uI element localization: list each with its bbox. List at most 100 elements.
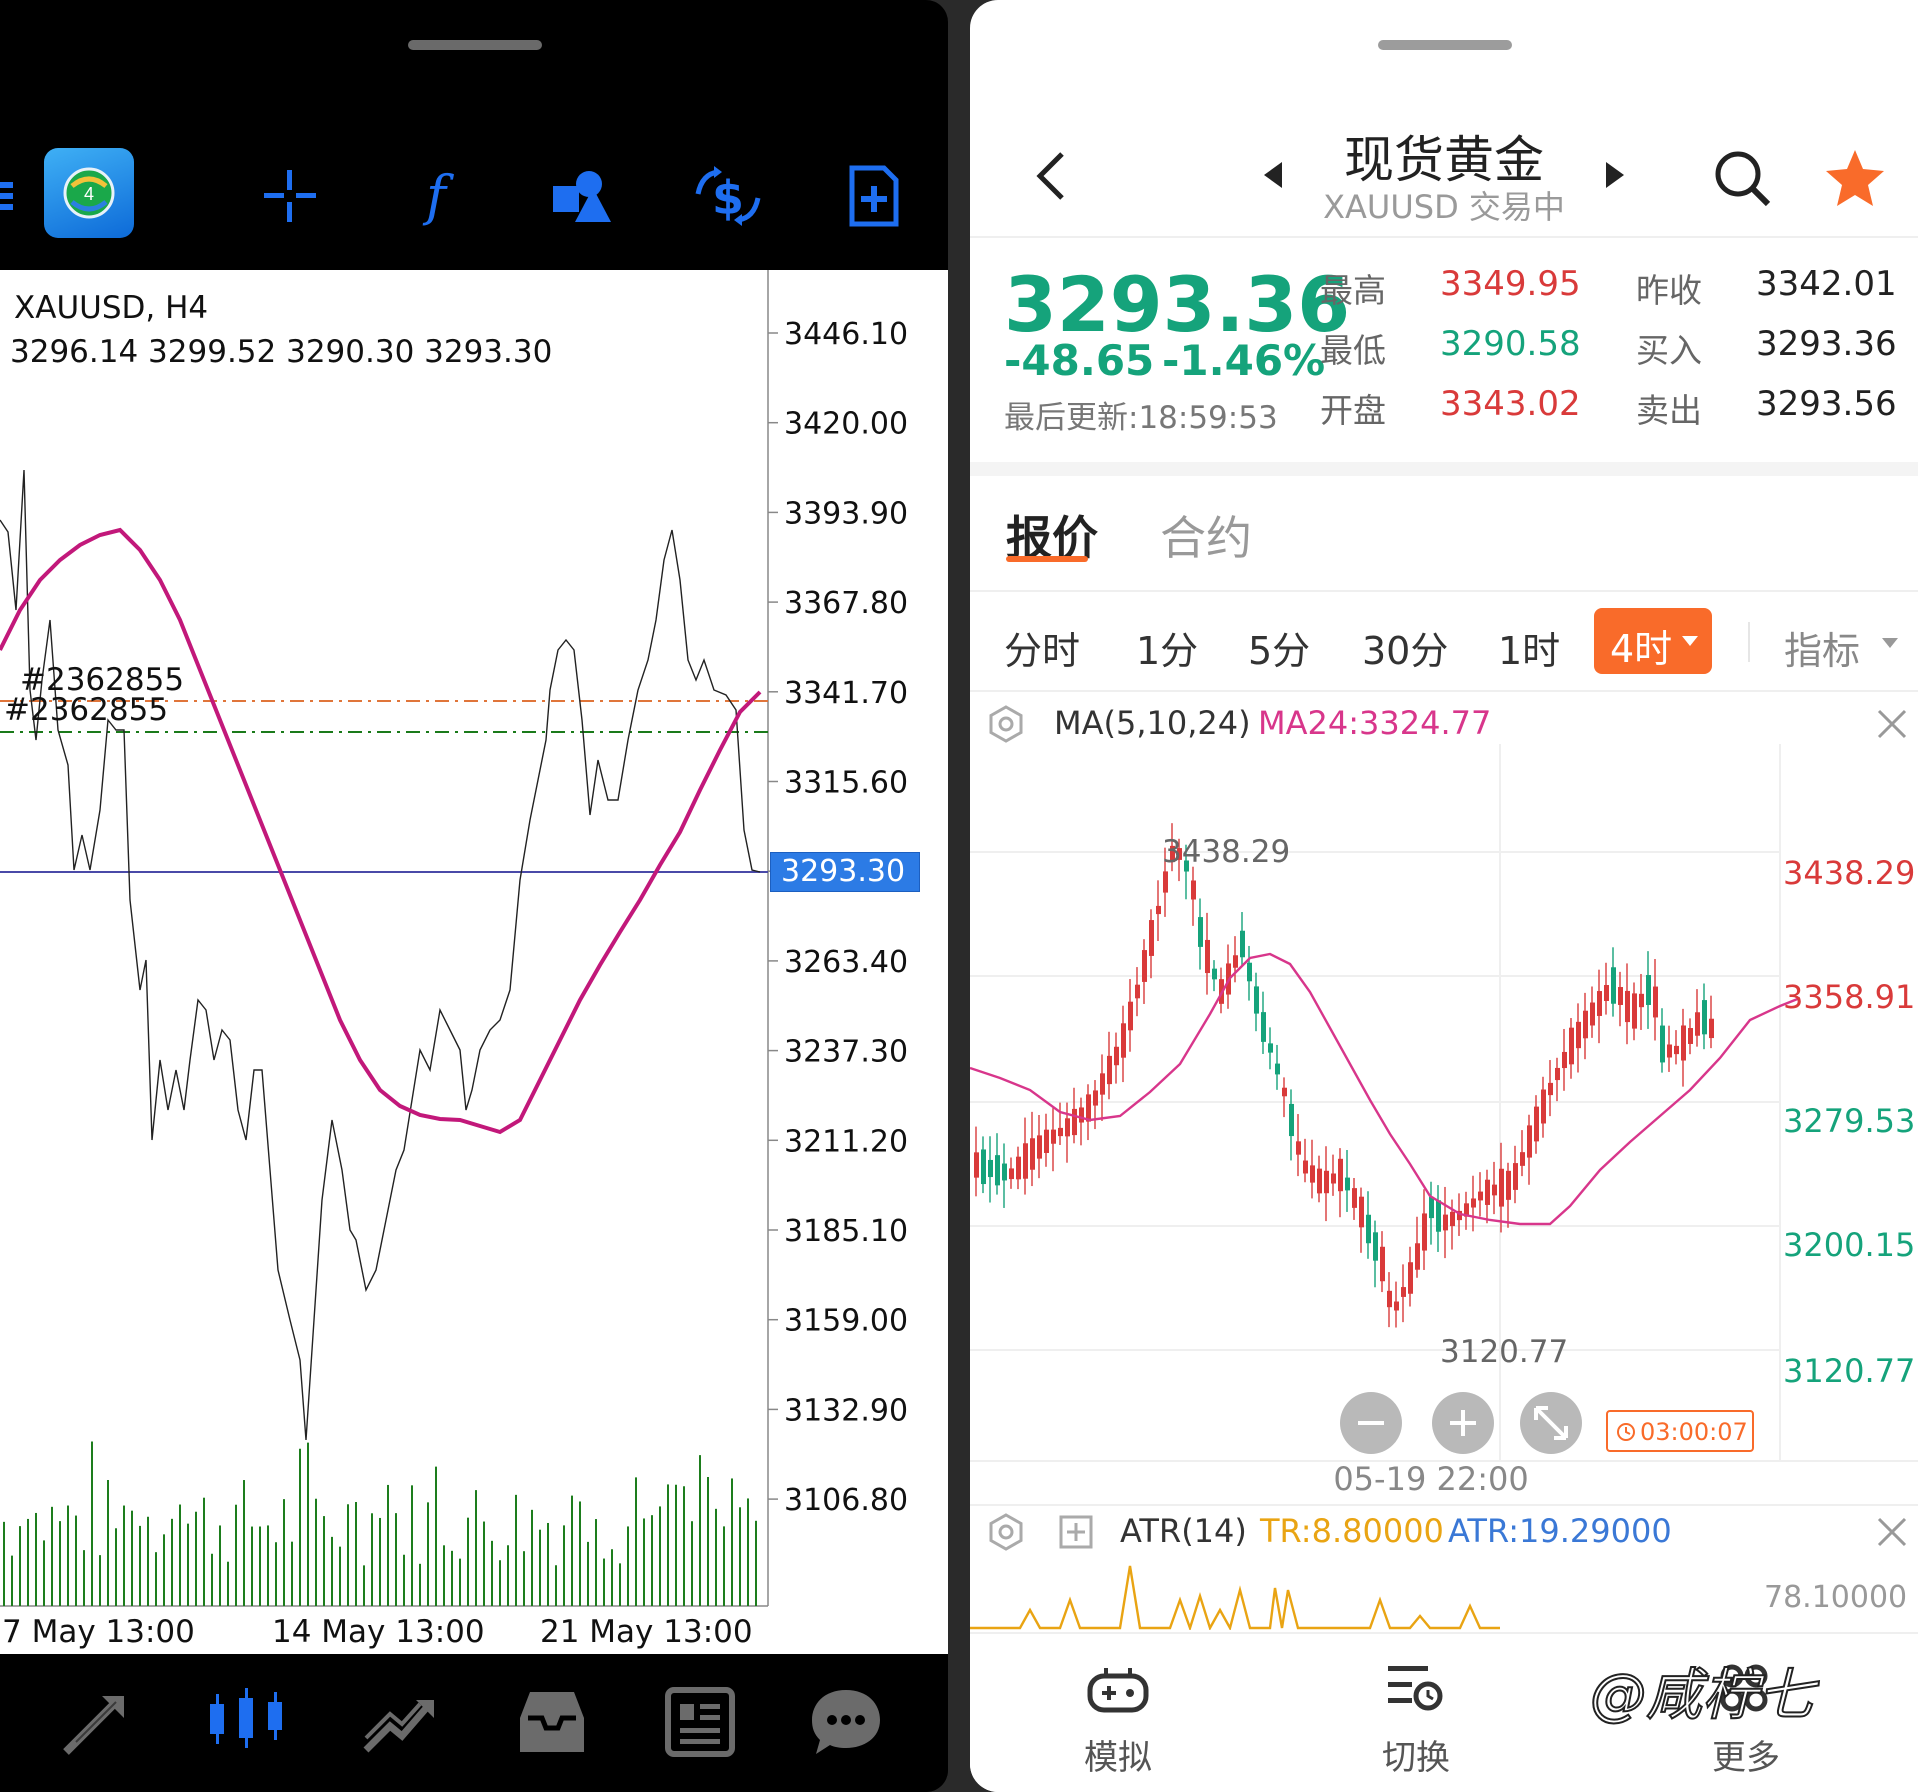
candle-body — [1646, 975, 1651, 1005]
current-price-tag: 3293.30 — [770, 852, 920, 892]
open-value: 3343.02 — [1440, 384, 1581, 424]
period-1min[interactable]: 1分 — [1136, 620, 1198, 675]
mt4-logo-icon[interactable]: 4 — [44, 148, 134, 238]
candle-body — [1331, 1173, 1336, 1184]
nav-switch[interactable]: 切换 — [1382, 1730, 1450, 1779]
quotes-icon[interactable] — [58, 1682, 138, 1766]
candle-body — [1303, 1160, 1308, 1174]
objects-icon[interactable] — [534, 148, 630, 244]
price-tick-label: 3315.60 — [784, 766, 908, 801]
candle-body — [1569, 1027, 1574, 1065]
candle-body — [1681, 1025, 1686, 1061]
mailbox-icon[interactable] — [512, 1682, 592, 1766]
bid-label: 买入 — [1636, 331, 1702, 370]
candle-body — [1198, 917, 1203, 947]
period-4h-label: 4时 — [1610, 627, 1673, 671]
prev-close-label: 昨收 — [1636, 271, 1702, 310]
order-label-2[interactable]: #2362855 — [4, 692, 168, 728]
period-1h[interactable]: 1时 — [1498, 620, 1560, 675]
svg-text:4: 4 — [84, 184, 94, 204]
close-icon[interactable] — [1876, 708, 1908, 740]
period-4h[interactable]: 4时 — [1594, 608, 1712, 674]
next-symbol-icon[interactable] — [1604, 160, 1626, 194]
page-subtitle: XAUUSD 交易中 — [1323, 188, 1565, 226]
menu-icon[interactable] — [0, 148, 30, 244]
candle-body — [1352, 1188, 1357, 1208]
indicator-menu[interactable]: 指标 — [1784, 620, 1860, 675]
tab-contract[interactable]: 合约 — [1160, 502, 1252, 568]
ma24-value: MA24:3324.77 — [1258, 704, 1492, 742]
news-icon[interactable] — [660, 1682, 740, 1766]
candle-body — [1261, 1012, 1266, 1042]
time-tick-label: 7 May 13:00 — [2, 1614, 195, 1650]
nav-simulate[interactable]: 模拟 — [1084, 1730, 1152, 1779]
candle-body — [1401, 1287, 1406, 1297]
zoom-in-button[interactable] — [1432, 1392, 1494, 1454]
candle-body — [1142, 950, 1147, 982]
atr-value: ATR:19.29000 — [1448, 1512, 1672, 1550]
simulate-icon[interactable] — [1086, 1658, 1150, 1718]
drag-handle[interactable] — [408, 40, 542, 50]
candle-body — [1618, 987, 1623, 1005]
candle-body — [1065, 1118, 1070, 1137]
candle-body — [1576, 1021, 1581, 1049]
trade-history-icon[interactable] — [360, 1682, 440, 1766]
candle-body — [1590, 1002, 1595, 1026]
switch-icon[interactable] — [1382, 1658, 1446, 1718]
trade-icon[interactable]: $ — [680, 148, 776, 244]
crosshair-icon[interactable] — [242, 148, 338, 244]
drag-handle[interactable] — [1378, 40, 1512, 50]
atr-chart — [970, 1565, 1500, 1630]
period-30min[interactable]: 30分 — [1362, 620, 1448, 675]
chat-icon[interactable] — [806, 1682, 886, 1766]
search-icon[interactable] — [1714, 150, 1772, 212]
candle-body — [1583, 1010, 1588, 1039]
period-5min[interactable]: 5分 — [1248, 620, 1310, 675]
price-tick-label: 3367.80 — [784, 586, 908, 621]
crosshair-time: 05-19 22:00 — [1333, 1460, 1529, 1498]
period-timeshare[interactable]: 分时 — [1004, 620, 1080, 675]
candle-body — [1534, 1106, 1539, 1142]
add-indicator-icon[interactable] — [1058, 1514, 1094, 1550]
candle-body — [1527, 1125, 1532, 1158]
price-tick-label: 3446.10 — [784, 317, 908, 352]
settings-hex-icon[interactable] — [986, 704, 1026, 744]
candle-body — [1212, 968, 1217, 980]
mt4-chart[interactable]: XAUUSD, H4 3296.14 3299.52 3290.30 3293.… — [0, 270, 948, 1654]
candle-body — [1506, 1170, 1511, 1200]
atr-label: ATR(14) — [1120, 1512, 1247, 1550]
atr-tr-value: TR:8.80000 — [1260, 1512, 1444, 1550]
countdown-badge: 03:00:07 — [1606, 1410, 1754, 1452]
price-tick-label: 3106.80 — [784, 1483, 908, 1518]
nav-more[interactable]: 更多 — [1712, 1730, 1780, 1779]
price-tick-label: 3237.30 — [784, 1035, 908, 1070]
fullscreen-button[interactable] — [1520, 1392, 1582, 1454]
price-tick-label: 3211.20 — [784, 1124, 908, 1159]
candle-body — [1149, 920, 1154, 956]
axis-price-2: 3358.91 — [1783, 978, 1916, 1016]
candle-body — [1163, 871, 1168, 893]
price-chart-canvas[interactable]: 3446.10 3420.00 3393.90 3367.80 3341.70 3315.… — [0, 270, 948, 1654]
chart-icon[interactable] — [206, 1680, 286, 1764]
new-order-icon[interactable] — [826, 148, 922, 244]
candle-body — [1345, 1177, 1350, 1191]
prev-symbol-icon[interactable] — [1262, 160, 1284, 194]
close-icon[interactable] — [1876, 1516, 1908, 1548]
favorite-star-icon[interactable] — [1824, 148, 1886, 212]
candle-body — [1394, 1301, 1399, 1311]
candle-body — [1037, 1135, 1042, 1159]
candle-body — [1023, 1143, 1028, 1179]
zoom-out-button[interactable] — [1340, 1392, 1402, 1454]
ma-label: MA(5,10,24) — [1054, 704, 1251, 742]
countdown-value: 03:00:07 — [1640, 1418, 1748, 1446]
candle-body — [1443, 1214, 1448, 1231]
function-icon[interactable]: f — [388, 148, 484, 244]
chart-low-marker: 3120.77 — [1440, 1334, 1569, 1370]
candle-body — [1044, 1129, 1049, 1153]
candle-body — [1380, 1246, 1385, 1282]
candle-body — [1093, 1090, 1098, 1106]
back-icon[interactable] — [1032, 150, 1072, 206]
settings-hex-icon[interactable] — [986, 1512, 1026, 1552]
candle-body — [1667, 1044, 1672, 1058]
plus-icon — [1450, 1410, 1476, 1436]
